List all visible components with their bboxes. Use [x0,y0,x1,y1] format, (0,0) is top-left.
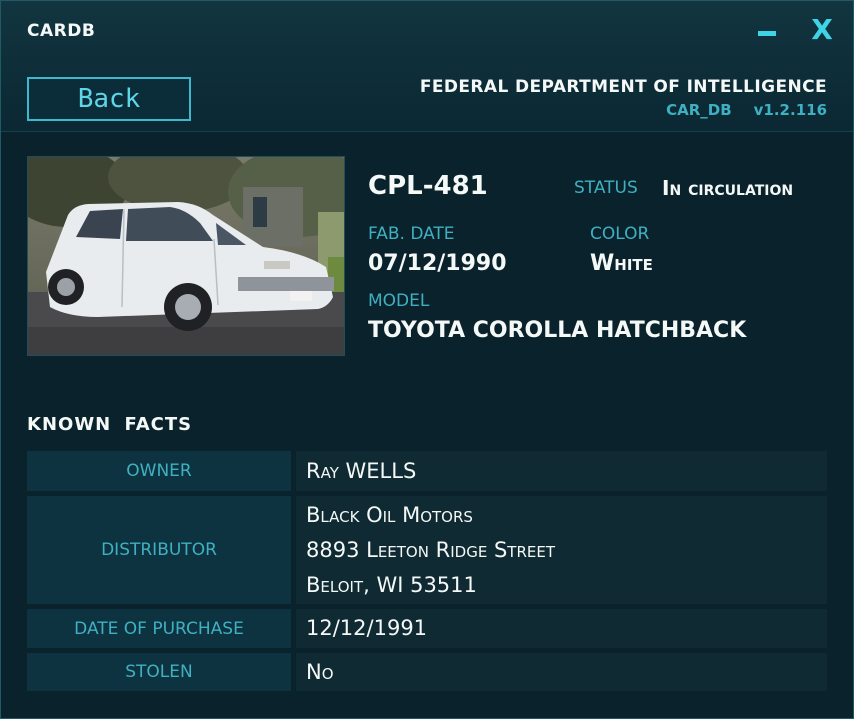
minimize-icon[interactable] [755,13,779,47]
status-label: STATUS [574,178,638,198]
fact-value: Ray WELLS [296,451,827,491]
status-value: In circulation [662,176,794,200]
fab-date-label: FAB. DATE [368,224,455,244]
fact-label: OWNER [27,451,291,491]
db-info: CAR_DB v1.2.116 [644,101,827,119]
fab-date-value: 07/12/1990 [368,251,507,276]
fact-value-line: Ray WELLS [306,458,417,483]
fact-label: DISTRIBUTOR [27,496,291,604]
fact-row-owner: OWNER Ray WELLS [27,451,827,491]
plate-number: CPL-481 [368,171,488,201]
known-facts-title: KNOWN FACTS [27,414,193,435]
model-value: TOYOTA COROLLA HATCHBACK [368,318,747,343]
fact-value: No [296,653,827,691]
color-label: COLOR [590,224,650,244]
fact-row-stolen: STOLEN No [27,653,827,691]
window-title: CARDB [27,21,96,41]
fact-label: DATE OF PURCHASE [27,609,291,648]
agency-title: FEDERAL DEPARTMENT OF INTELLIGENCE [419,77,827,97]
fact-row-date-of-purchase: DATE OF PURCHASE 12/12/1991 [27,609,827,648]
fact-value-line: Black Oil Motors [306,502,473,527]
db-name: CAR_DB [666,101,732,119]
cardb-window: CARDB X Back FEDERAL DEPARTMENT OF INTEL… [0,0,854,719]
title-bar: CARDB X Back FEDERAL DEPARTMENT OF INTEL… [1,1,853,132]
fact-value-line: 8893 Leeton Ridge Street [306,537,556,562]
close-icon[interactable]: X [809,13,835,47]
fact-row-distributor: DISTRIBUTOR Black Oil Motors 8893 Leeton… [27,496,827,604]
db-version: v1.2.116 [753,101,827,119]
fact-value: 12/12/1991 [296,609,827,648]
model-label: MODEL [368,291,430,311]
fact-value-line: 12/12/1991 [306,616,428,640]
fact-value: Black Oil Motors 8893 Leeton Ridge Stree… [296,496,827,604]
fact-value-line: No [306,659,334,684]
fact-label: STOLEN [27,653,291,691]
color-value: White [590,251,653,276]
fact-value-line: Beloit, WI 53511 [306,572,477,597]
back-button[interactable]: Back [27,77,191,121]
vehicle-photo [27,156,345,356]
